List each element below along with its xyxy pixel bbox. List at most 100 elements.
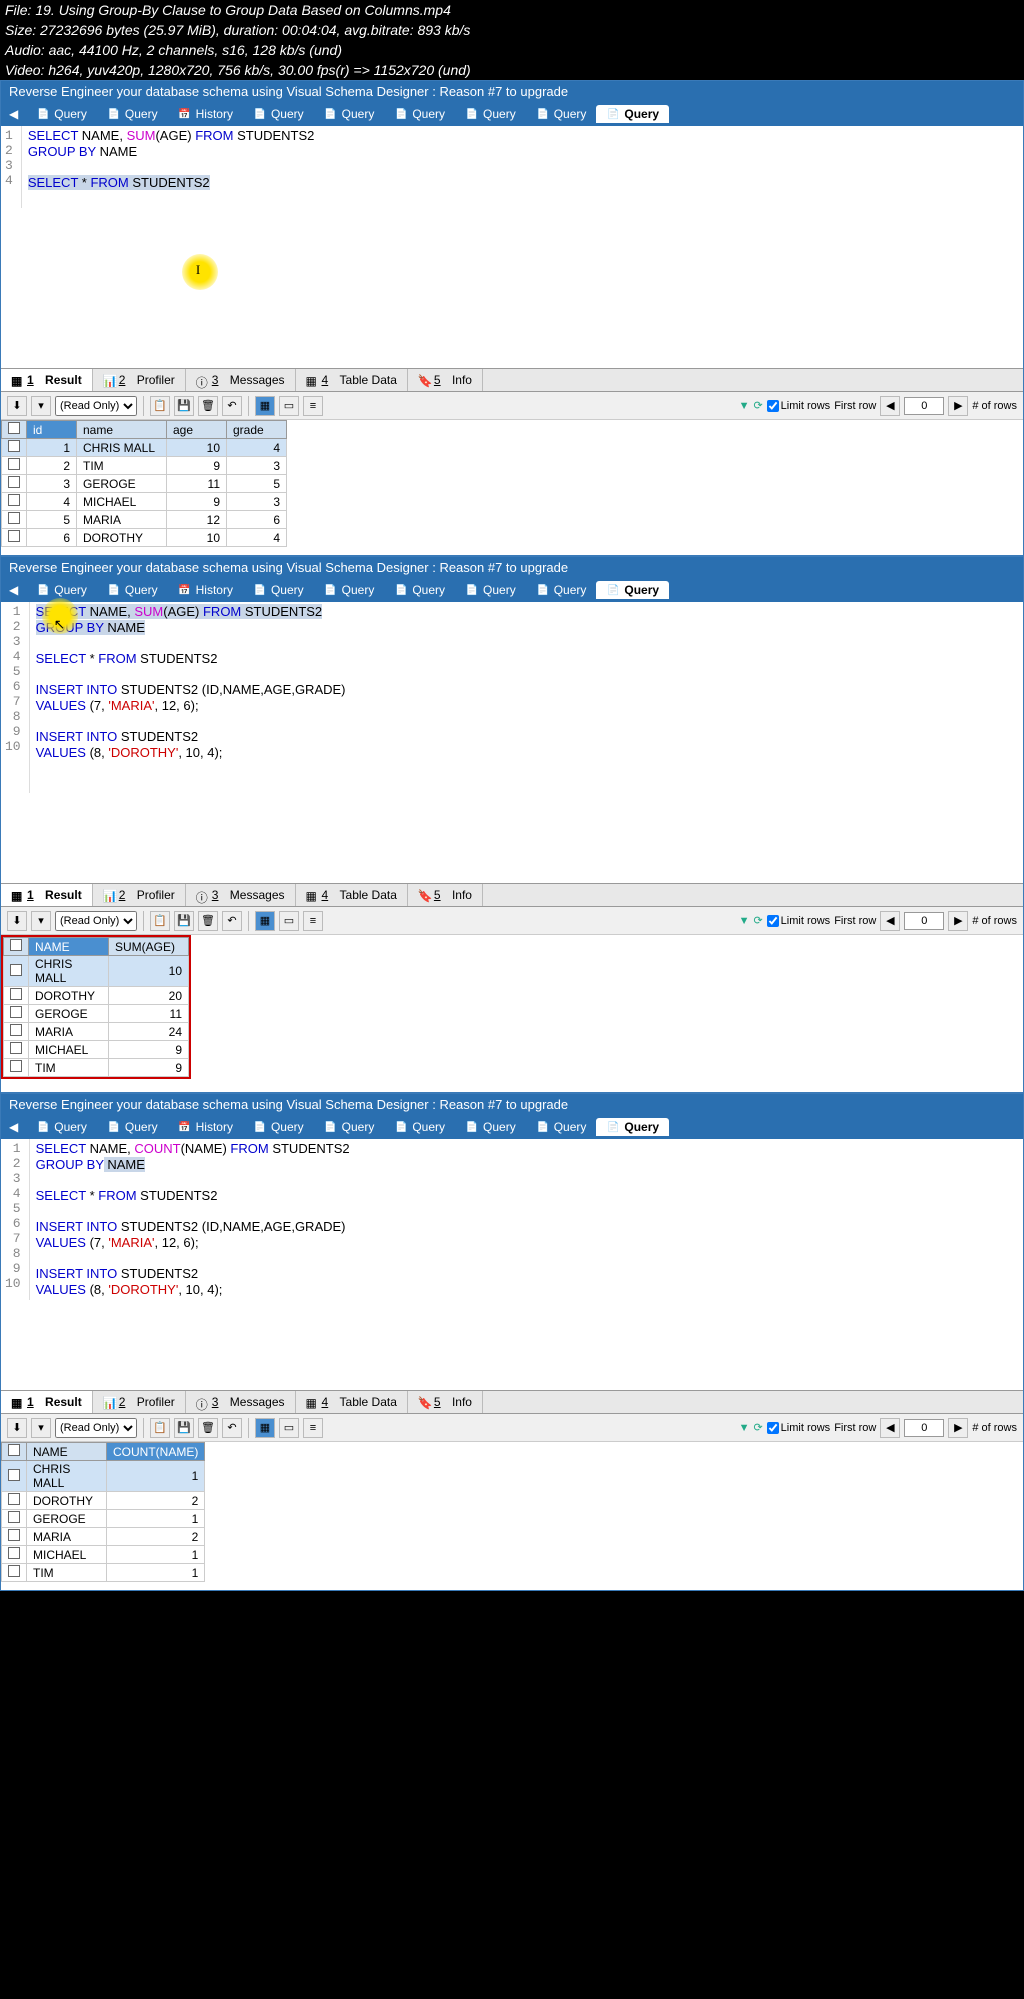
- tab-query[interactable]: 📄Query: [455, 1118, 526, 1136]
- col-name[interactable]: NAME: [27, 1443, 107, 1461]
- first-row-input[interactable]: [904, 912, 944, 930]
- nav-left-icon[interactable]: ◀: [1, 1120, 26, 1134]
- tab-query[interactable]: 📄Query: [384, 1118, 455, 1136]
- save-icon[interactable]: 💾: [174, 911, 194, 931]
- table-row[interactable]: MARIA2: [2, 1528, 205, 1546]
- delete-icon[interactable]: 🗑: [198, 396, 218, 416]
- col-name[interactable]: name: [77, 421, 167, 439]
- limit-rows-checkbox[interactable]: Limit rows: [767, 1422, 831, 1434]
- mode-select[interactable]: (Read Only): [55, 911, 137, 931]
- rtab-table-data[interactable]: ▦4 Table Data: [296, 884, 408, 906]
- tab-query[interactable]: 📄Query: [243, 105, 314, 123]
- filter-icon[interactable]: ▼: [739, 400, 750, 412]
- grid-view-icon[interactable]: ▦: [255, 1418, 275, 1438]
- prev-icon[interactable]: ◀: [880, 911, 900, 931]
- rtab-messages[interactable]: ⓘ3 Messages: [186, 1391, 296, 1413]
- rtab-result[interactable]: ▦1 Result: [1, 1391, 93, 1413]
- rtab-info[interactable]: 🔖5 Info: [408, 1391, 483, 1413]
- delete-icon[interactable]: 🗑: [198, 1418, 218, 1438]
- col-id[interactable]: id: [27, 421, 77, 439]
- prev-icon[interactable]: ◀: [880, 1418, 900, 1438]
- table-row[interactable]: GEROGE1: [2, 1510, 205, 1528]
- tab-query[interactable]: 📄Query: [97, 581, 168, 599]
- next-icon[interactable]: ▶: [948, 1418, 968, 1438]
- table-row[interactable]: TIM9: [4, 1059, 189, 1077]
- table-row[interactable]: 6DOROTHY104: [2, 529, 287, 547]
- code-area[interactable]: SELECT NAME, COUNT(NAME) FROM STUDENTS2 …: [30, 1139, 1023, 1300]
- rtab-result[interactable]: ▦1 Result: [1, 884, 93, 906]
- rtab-result[interactable]: ▦1 Result: [1, 369, 93, 391]
- save-icon[interactable]: 💾: [174, 396, 194, 416]
- export-icon[interactable]: ⬇: [7, 1418, 27, 1438]
- table-row[interactable]: 1CHRIS MALL104: [2, 439, 287, 457]
- nav-left-icon[interactable]: ◀: [1, 107, 26, 121]
- copy-icon[interactable]: 📋: [150, 911, 170, 931]
- upgrade-banner[interactable]: Reverse Engineer your database schema us…: [1, 81, 1023, 102]
- rtab-table-data[interactable]: ▦4 Table Data: [296, 369, 408, 391]
- next-icon[interactable]: ▶: [948, 396, 968, 416]
- table-row[interactable]: CHRIS MALL1: [2, 1461, 205, 1492]
- table-row[interactable]: CHRIS MALL10: [4, 956, 189, 987]
- text-view-icon[interactable]: ≡: [303, 396, 323, 416]
- table-row[interactable]: 5MARIA126: [2, 511, 287, 529]
- table-row[interactable]: MICHAEL1: [2, 1546, 205, 1564]
- filter-icon[interactable]: ▼: [739, 915, 750, 927]
- table-row[interactable]: 2TIM93: [2, 457, 287, 475]
- rtab-info[interactable]: 🔖5 Info: [408, 369, 483, 391]
- sql-editor[interactable]: 12345678910 SELECT NAME, SUM(AGE) FROM S…: [1, 602, 1023, 793]
- export-icon[interactable]: ⬇: [7, 911, 27, 931]
- refresh-icon[interactable]: ⟳: [753, 399, 762, 412]
- result-grid[interactable]: NAME SUM(AGE) CHRIS MALL10 DOROTHY20 GER…: [3, 937, 189, 1077]
- refresh-icon[interactable]: ⟳: [753, 914, 762, 927]
- upgrade-banner[interactable]: Reverse Engineer your database schema us…: [1, 557, 1023, 578]
- form-view-icon[interactable]: ▭: [279, 396, 299, 416]
- table-row[interactable]: MICHAEL9: [4, 1041, 189, 1059]
- first-row-input[interactable]: [904, 1419, 944, 1437]
- undo-icon[interactable]: ↶: [222, 911, 242, 931]
- dropdown-icon[interactable]: ▾: [31, 396, 51, 416]
- form-view-icon[interactable]: ▭: [279, 911, 299, 931]
- dropdown-icon[interactable]: ▾: [31, 1418, 51, 1438]
- tab-query[interactable]: 📄Query: [526, 1118, 597, 1136]
- form-view-icon[interactable]: ▭: [279, 1418, 299, 1438]
- code-area[interactable]: SELECT NAME, SUM(AGE) FROM STUDENTS2 GRO…: [30, 602, 1023, 793]
- result-grid[interactable]: id name age grade 1CHRIS MALL104 2TIM93 …: [1, 420, 287, 547]
- rtab-messages[interactable]: ⓘ3 Messages: [186, 884, 296, 906]
- tab-query[interactable]: 📄Query: [26, 581, 97, 599]
- tab-history[interactable]: 📅History: [168, 105, 243, 123]
- tab-query[interactable]: 📄Query: [243, 581, 314, 599]
- rtab-profiler[interactable]: 📊2 Profiler: [93, 1391, 186, 1413]
- code-area[interactable]: SELECT NAME, SUM(AGE) FROM STUDENTS2 GRO…: [22, 126, 1023, 208]
- tab-query-active[interactable]: 📄Query: [596, 581, 669, 599]
- limit-rows-checkbox[interactable]: Limit rows: [767, 915, 831, 927]
- table-row[interactable]: DOROTHY2: [2, 1492, 205, 1510]
- tab-query[interactable]: 📄Query: [97, 1118, 168, 1136]
- refresh-icon[interactable]: ⟳: [753, 1421, 762, 1434]
- upgrade-banner[interactable]: Reverse Engineer your database schema us…: [1, 1094, 1023, 1115]
- dropdown-icon[interactable]: ▾: [31, 911, 51, 931]
- tab-history[interactable]: 📅History: [168, 581, 243, 599]
- tab-query[interactable]: 📄Query: [455, 581, 526, 599]
- table-row[interactable]: GEROGE11: [4, 1005, 189, 1023]
- table-row[interactable]: TIM1: [2, 1564, 205, 1582]
- tab-history[interactable]: 📅History: [168, 1118, 243, 1136]
- tab-query[interactable]: 📄Query: [314, 581, 385, 599]
- tab-query-active[interactable]: 📄Query: [596, 105, 669, 123]
- save-icon[interactable]: 💾: [174, 1418, 194, 1438]
- next-icon[interactable]: ▶: [948, 911, 968, 931]
- table-row[interactable]: MARIA24: [4, 1023, 189, 1041]
- result-grid[interactable]: NAME COUNT(NAME) CHRIS MALL1 DOROTHY2 GE…: [1, 1442, 205, 1582]
- tab-query[interactable]: 📄Query: [314, 105, 385, 123]
- col-name[interactable]: NAME: [29, 938, 109, 956]
- tab-query[interactable]: 📄Query: [526, 581, 597, 599]
- tab-query[interactable]: 📄Query: [384, 581, 455, 599]
- tab-query[interactable]: 📄Query: [314, 1118, 385, 1136]
- col-age[interactable]: age: [167, 421, 227, 439]
- mode-select[interactable]: (Read Only): [55, 396, 137, 416]
- first-row-input[interactable]: [904, 397, 944, 415]
- tab-query[interactable]: 📄Query: [243, 1118, 314, 1136]
- tab-query[interactable]: 📄Query: [26, 1118, 97, 1136]
- nav-left-icon[interactable]: ◀: [1, 583, 26, 597]
- rtab-info[interactable]: 🔖5 Info: [408, 884, 483, 906]
- mode-select[interactable]: (Read Only): [55, 1418, 137, 1438]
